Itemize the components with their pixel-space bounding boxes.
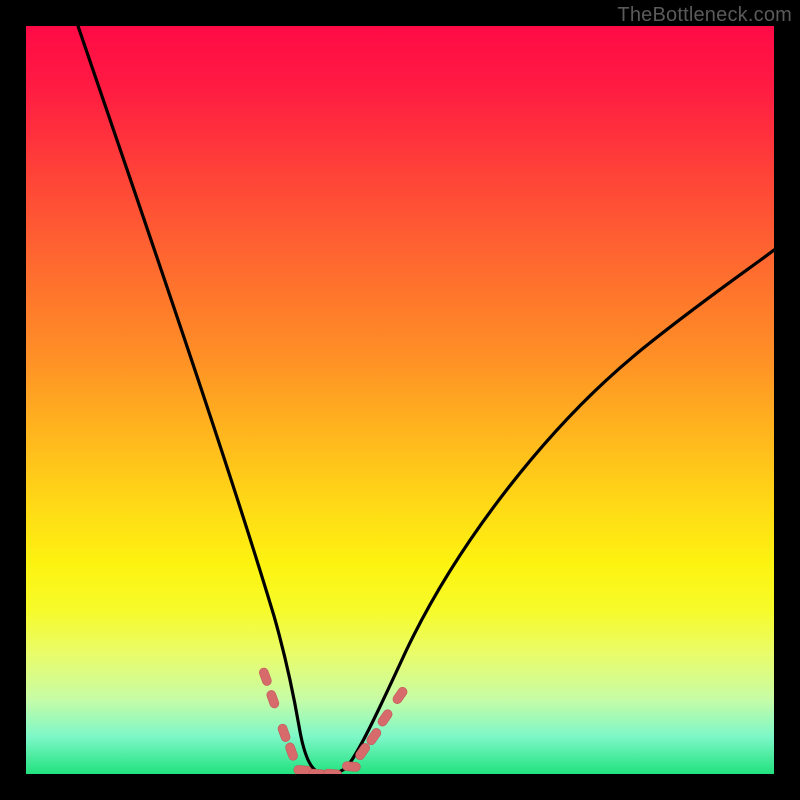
curve-layer: [26, 26, 774, 774]
bottleneck-curve: [78, 26, 774, 774]
outer-frame: TheBottleneck.com: [0, 0, 800, 800]
marker-group: [258, 667, 409, 774]
curve-marker: [266, 689, 281, 709]
curve-marker: [342, 761, 361, 772]
curve-marker: [277, 723, 292, 743]
plot-area: [26, 26, 774, 774]
curve-marker: [258, 667, 273, 687]
curve-marker: [391, 686, 409, 706]
curve-marker: [284, 742, 299, 762]
watermark-text: TheBottleneck.com: [617, 4, 792, 27]
curve-marker: [323, 769, 342, 774]
